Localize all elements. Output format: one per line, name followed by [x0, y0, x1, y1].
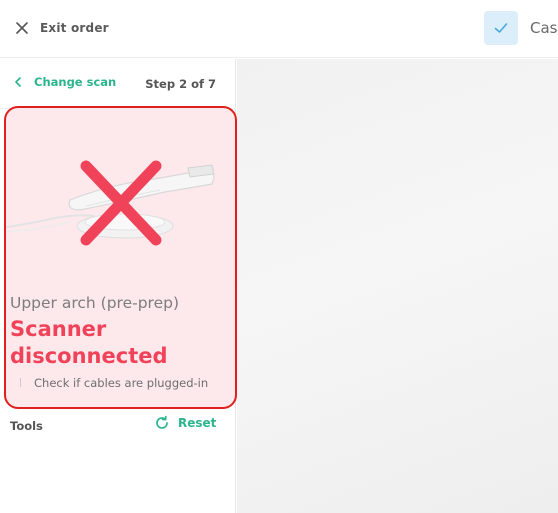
error-x-icon [80, 160, 162, 246]
scan-sidebar: Change scan Step 2 of 7 Upper arch (pre-… [0, 59, 237, 513]
sidebar-header: Change scan Step 2 of 7 [0, 59, 236, 109]
scan-status-card[interactable]: Upper arch (pre-prep) Scanner disconnect… [4, 106, 237, 409]
reset-button[interactable]: Reset [154, 415, 216, 431]
exit-order-button[interactable]: Exit order [14, 17, 109, 39]
change-scan-label: Change scan [34, 75, 117, 89]
top-bar: Exit order Cas [0, 0, 558, 58]
step-indicator: Step 2 of 7 [145, 77, 216, 91]
scan-viewport[interactable] [237, 59, 558, 513]
connection-hint: Check if cables are plugged-in [34, 376, 209, 390]
check-icon [494, 23, 508, 33]
change-scan-link[interactable]: Change scan [12, 75, 116, 89]
chevron-left-icon [15, 77, 21, 87]
close-icon [16, 22, 28, 34]
scanner-status-label: Scanner disconnected [10, 317, 168, 368]
tools-heading: Tools [10, 419, 43, 433]
arch-label: Upper arch (pre-prep) [10, 294, 180, 312]
exit-order-label: Exit order [40, 21, 109, 35]
case-label: Cas [530, 19, 558, 37]
confirm-button[interactable] [484, 11, 518, 45]
refresh-icon [156, 415, 168, 429]
reset-label: Reset [178, 416, 217, 430]
